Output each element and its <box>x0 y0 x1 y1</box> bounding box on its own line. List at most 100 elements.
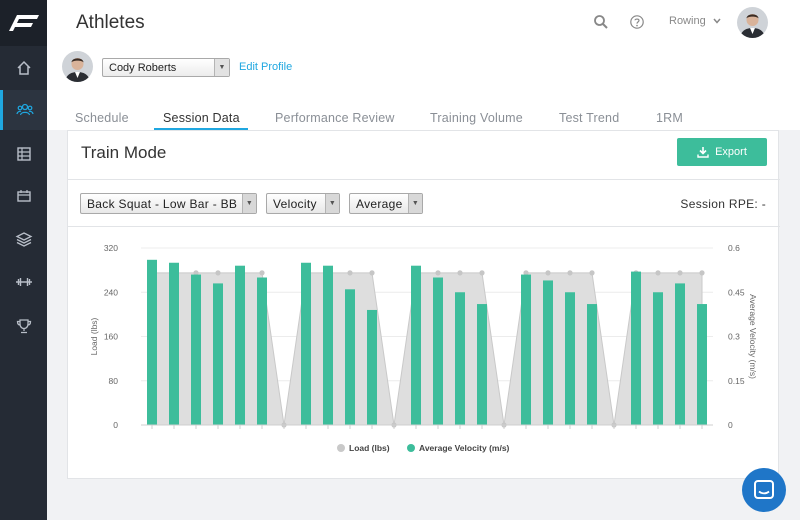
dumbbell-icon <box>15 278 32 286</box>
chat-icon <box>754 480 774 499</box>
y2-tick-label: 0.6 <box>728 243 740 253</box>
athlete-select[interactable]: Cody Roberts ▼ <box>102 58 230 77</box>
layers-icon <box>15 232 32 247</box>
y2-axis-title: Average Velocity (m/s) <box>748 294 758 379</box>
train-mode-card: Train Mode Export Back Squat - Low Bar -… <box>67 130 780 479</box>
search-icon[interactable] <box>593 14 609 30</box>
sidebar-item-dumbbell[interactable] <box>0 262 47 302</box>
y-tick-label: 0 <box>113 420 118 430</box>
y2-tick-label: 0.15 <box>728 376 745 386</box>
aggregate-select-value: Average <box>356 196 403 211</box>
velocity-bar <box>455 292 465 425</box>
tab-session-data[interactable]: Session Data <box>163 111 240 125</box>
load-point <box>655 270 661 276</box>
y2-tick-label: 0 <box>728 420 733 430</box>
load-point <box>435 270 441 276</box>
caret-down-icon: ▼ <box>325 194 339 213</box>
velocity-bar <box>147 259 157 425</box>
edit-profile-link[interactable]: Edit Profile <box>239 61 292 73</box>
y-tick-label: 80 <box>109 376 119 386</box>
athletes-icon <box>16 103 34 116</box>
session-chart: 0 80 160 240 320 0 0.15 0.3 0.45 0.6 Load (lbs) Ave… <box>89 243 758 453</box>
velocity-bar <box>367 309 377 425</box>
user-avatar[interactable] <box>737 7 768 38</box>
sidebar-item-athletes[interactable] <box>0 90 47 130</box>
sidebar-item-trophy[interactable] <box>0 306 47 346</box>
metric-select[interactable]: Velocity ▼ <box>266 193 340 214</box>
card-divider <box>68 179 780 180</box>
velocity-bar <box>235 265 245 425</box>
legend-velocity-swatch <box>407 444 415 452</box>
tab-performance-review[interactable]: Performance Review <box>275 111 395 125</box>
exercise-select-value: Back Squat - Low Bar - BB <box>87 196 238 211</box>
load-point <box>567 270 573 276</box>
velocity-bar <box>169 262 179 425</box>
y-tick-label: 240 <box>104 287 118 297</box>
athlete-select-value: Cody Roberts <box>109 61 177 74</box>
velocity-bar <box>301 262 311 425</box>
exercise-select[interactable]: Back Squat - Low Bar - BB ▼ <box>80 193 257 214</box>
load-point <box>369 270 375 276</box>
load-point <box>545 270 551 276</box>
athlete-avatar <box>62 51 93 82</box>
filter-divider <box>68 226 780 227</box>
brand-logo[interactable] <box>0 0 47 46</box>
velocity-bar <box>477 304 487 425</box>
sport-select[interactable]: Rowing <box>669 15 721 27</box>
export-button[interactable]: Export <box>677 138 767 166</box>
velocity-bar <box>191 274 201 425</box>
caret-down-icon: ▼ <box>214 59 229 76</box>
legend-load-label: Load (lbs) <box>349 443 390 453</box>
sidebar-item-layers[interactable] <box>0 219 47 259</box>
load-point <box>259 270 265 276</box>
velocity-bar <box>653 292 663 425</box>
sidebar-item-home[interactable] <box>0 48 47 88</box>
help-icon[interactable] <box>629 14 645 30</box>
tab-schedule[interactable]: Schedule <box>75 111 129 125</box>
velocity-bar <box>213 283 223 425</box>
chevron-down-icon <box>713 18 721 24</box>
velocity-bar <box>675 283 685 425</box>
tab-test-trend[interactable]: Test Trend <box>559 111 619 125</box>
load-point <box>347 270 353 276</box>
home-icon <box>16 60 31 75</box>
y-axis-title: Load (lbs) <box>89 317 99 355</box>
aggregate-select[interactable]: Average ▼ <box>349 193 423 214</box>
sidebar-item-table[interactable] <box>0 134 47 174</box>
velocity-bar <box>521 274 531 425</box>
velocity-bar <box>257 277 267 425</box>
velocity-bar <box>565 292 575 425</box>
sidebar-item-calendar[interactable] <box>0 176 47 216</box>
user-avatar-icon <box>737 7 768 38</box>
y2-tick-label: 0.3 <box>728 332 740 342</box>
header: Athletes Rowing Cody Roberts ▼ Edit Prof… <box>47 0 800 131</box>
chat-button[interactable] <box>742 468 786 512</box>
load-point <box>479 270 485 276</box>
load-point <box>215 270 221 276</box>
tab-1rm[interactable]: 1RM <box>656 111 683 125</box>
y-tick-label: 320 <box>104 243 118 253</box>
velocity-bar <box>587 304 597 425</box>
legend-velocity-label: Average Velocity (m/s) <box>419 443 510 453</box>
velocity-bar <box>345 289 355 425</box>
y-tick-label: 160 <box>104 332 118 342</box>
brand-logo-icon <box>8 15 39 31</box>
velocity-bar <box>433 277 443 425</box>
table-icon <box>16 147 31 161</box>
velocity-bar <box>323 265 333 425</box>
load-point <box>699 270 705 276</box>
sidebar <box>0 0 47 520</box>
export-button-label: Export <box>715 146 747 158</box>
caret-down-icon: ▼ <box>242 194 256 213</box>
page-title: Athletes <box>76 12 145 33</box>
athlete-avatar-icon <box>62 51 93 82</box>
load-point <box>457 270 463 276</box>
download-icon <box>697 147 709 158</box>
tab-bar: Schedule Session Data Performance Review… <box>47 106 800 131</box>
velocity-bar <box>697 304 707 425</box>
tab-training-volume[interactable]: Training Volume <box>430 111 523 125</box>
load-area <box>151 272 703 426</box>
sport-select-label: Rowing <box>669 15 706 27</box>
velocity-bar <box>543 280 553 425</box>
card-title: Train Mode <box>81 143 167 162</box>
